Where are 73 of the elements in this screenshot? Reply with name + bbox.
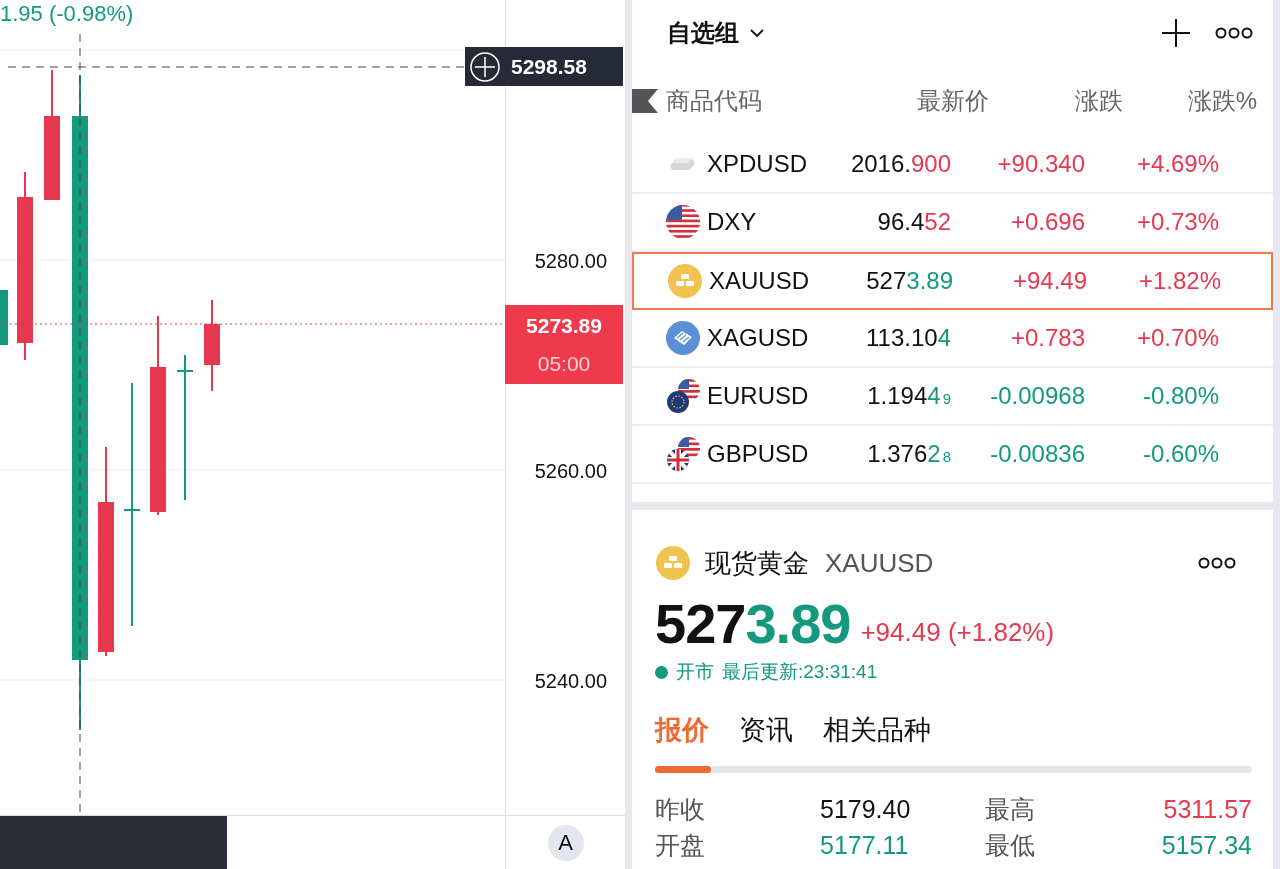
tab-indicator xyxy=(655,766,711,773)
auto-scale-button[interactable]: A xyxy=(547,824,584,861)
instrument-name: 现货黄金 xyxy=(705,546,809,580)
eu-us-flags-icon xyxy=(665,378,701,414)
price-cell: 1.37628 xyxy=(867,440,951,467)
current-price: 5273.89 xyxy=(526,312,602,339)
ingot-icon xyxy=(670,157,696,171)
symbol-cell-text: XAGUSD xyxy=(707,323,810,353)
detail-tab[interactable]: 相关品种 xyxy=(823,709,931,751)
column-header: 商品代码 xyxy=(665,86,763,116)
watchlist-row[interactable]: XPDUSD 2016.900 +90.340 +4.69% xyxy=(632,136,1273,194)
symbol-cell-text: DXY xyxy=(707,207,758,237)
column-header: 涨跌 xyxy=(1074,86,1124,116)
change-cell-text: -0.00968 xyxy=(989,381,1085,411)
watchlist-group-dropdown[interactable]: 自选组 xyxy=(667,15,765,51)
column-header: 最新价 xyxy=(916,86,990,116)
uk-us-flags-icon xyxy=(665,436,701,472)
percent-cell-text: +4.69% xyxy=(1135,149,1219,179)
stat-label: 昨收 xyxy=(655,794,706,825)
stacked-bars-icon xyxy=(665,320,701,356)
stat-value: 5177.11 xyxy=(820,830,910,861)
market-status: 开市 xyxy=(676,659,714,684)
last-price: 5273.89 xyxy=(655,592,851,655)
watchlist-row[interactable]: XAGUSD 113.104 +0.783 +0.70% xyxy=(632,310,1273,368)
price-cell: 1.19449 xyxy=(867,382,951,409)
last-updated: 最后更新:23:31:41 xyxy=(722,659,878,684)
detail-tab[interactable]: 资讯 xyxy=(739,709,793,751)
watchlist-row[interactable]: XAUUSD 5273.89 +94.49 +1.82% xyxy=(632,252,1273,310)
candle-countdown: 05:00 xyxy=(537,350,591,377)
column-header: 涨跌% xyxy=(1186,86,1257,116)
price-change: +94.49 (+1.82%) xyxy=(860,616,1055,649)
price-cell: 5273.89 xyxy=(866,267,953,294)
percent-cell-text: -0.80% xyxy=(1141,381,1219,411)
stat-label: 最低 xyxy=(985,830,1036,861)
crosshair-icon xyxy=(469,50,501,83)
more-icon[interactable] xyxy=(1198,556,1236,570)
stat-label: 最高 xyxy=(985,794,1036,825)
candlestick xyxy=(0,289,8,346)
price-cell: 96.452 xyxy=(877,208,951,235)
percent-cell-text: +1.82% xyxy=(1137,266,1221,296)
percent-cell-text: +0.73% xyxy=(1135,207,1219,237)
change-cell-text: +90.340 xyxy=(996,149,1085,179)
price-cell: 2016.900 xyxy=(850,150,951,177)
percent-cell-text: -0.60% xyxy=(1141,439,1219,469)
watchlist-row[interactable]: EURUSD 1.19449 -0.00968 -0.80% xyxy=(632,368,1273,426)
change-cell-text: -0.00836 xyxy=(989,439,1085,469)
change-cell-text: +0.696 xyxy=(1009,207,1085,237)
symbol-cell-text: EURUSD xyxy=(707,381,810,411)
stat-value: 5311.57 xyxy=(1162,794,1252,825)
stat-value: 5157.34 xyxy=(1160,830,1252,861)
symbol-cell-text: XAUUSD xyxy=(709,266,811,296)
stat-value: 5179.40 xyxy=(820,794,912,825)
symbol-cell-text: GBPUSD xyxy=(707,439,810,469)
axis-label: 5280.00 xyxy=(534,250,607,272)
symbol-cell-text: XPDUSD xyxy=(707,149,809,179)
instrument-code: XAUUSD xyxy=(825,546,934,580)
axis-label: 5260.00 xyxy=(534,460,607,482)
flag-marker-icon xyxy=(632,89,658,113)
bullion-bars-icon xyxy=(667,263,703,299)
price-cell: 113.104 xyxy=(866,324,951,351)
stat-label: 开盘 xyxy=(655,830,706,861)
add-icon[interactable] xyxy=(1161,18,1191,48)
axis-label: 5240.00 xyxy=(534,670,607,692)
change-cell-text: +94.49 xyxy=(1011,266,1087,296)
percent-cell-text: +0.70% xyxy=(1135,323,1219,353)
change-cell-text: +0.783 xyxy=(1009,323,1085,353)
bullion-bars-icon xyxy=(655,545,691,581)
chevron-down-icon xyxy=(749,28,765,38)
watchlist-row[interactable]: GBPUSD 1.37628 -0.00836 -0.60% xyxy=(632,426,1273,484)
watchlist-row[interactable]: DXY 96.452 +0.696 +0.73% xyxy=(632,194,1273,252)
us-flag-icon xyxy=(665,204,701,240)
more-icon[interactable] xyxy=(1215,26,1253,40)
crosshair-price-label: 5298.58 xyxy=(465,47,623,86)
